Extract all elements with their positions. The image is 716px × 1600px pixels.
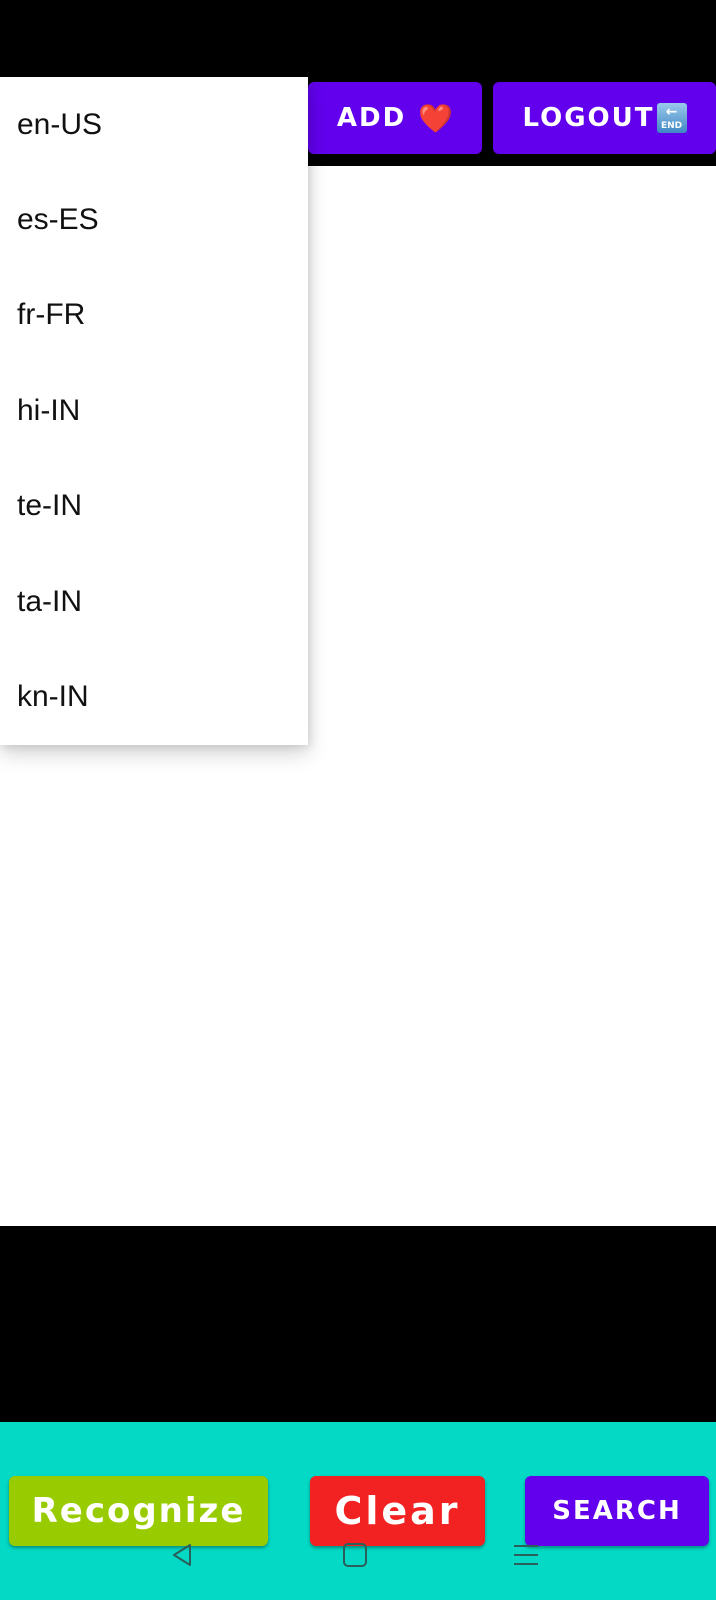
language-dropdown: en-US es-ES fr-FR hi-IN te-IN ta-IN kn-I… — [0, 77, 308, 745]
recognize-button[interactable]: Recognize — [9, 1476, 268, 1546]
end-arrow-text: END — [660, 121, 683, 131]
back-triangle-icon[interactable] — [168, 1540, 198, 1570]
search-button-label: SEARCH — [552, 1496, 682, 1526]
dropdown-item-label: en-US — [17, 107, 103, 141]
end-arrow-glyph: ← — [665, 104, 678, 120]
dropdown-item-en-us[interactable]: en-US — [0, 77, 308, 172]
end-arrow-icon: ← END — [656, 103, 687, 133]
dropdown-item-es-es[interactable]: es-ES — [0, 172, 308, 267]
add-button[interactable]: ADD ❤️ — [308, 82, 482, 154]
dropdown-item-label: kn-IN — [17, 680, 89, 714]
add-button-label: ADD — [336, 103, 407, 133]
dropdown-item-fr-fr[interactable]: fr-FR — [0, 268, 308, 363]
clear-button[interactable]: Clear — [310, 1476, 485, 1546]
app-screen: ADD ❤️ LOGOUT ← END en-US es-ES fr-FR hi… — [0, 0, 716, 1600]
home-square-icon[interactable] — [340, 1540, 370, 1570]
dropdown-item-ta-in[interactable]: ta-IN — [0, 554, 308, 649]
dropdown-item-label: te-IN — [17, 489, 83, 523]
dropdown-item-label: es-ES — [17, 203, 99, 237]
logout-button-label: LOGOUT — [522, 103, 655, 133]
search-button[interactable]: SEARCH — [525, 1476, 709, 1546]
dropdown-item-hi-in[interactable]: hi-IN — [0, 363, 308, 458]
heart-icon: ❤️ — [418, 101, 454, 135]
dropdown-item-label: fr-FR — [17, 298, 86, 332]
dropdown-item-te-in[interactable]: te-IN — [0, 459, 308, 554]
clear-button-label: Clear — [334, 1489, 461, 1533]
menu-lines-icon[interactable] — [511, 1540, 541, 1570]
dropdown-item-label: ta-IN — [17, 584, 83, 618]
logout-button[interactable]: LOGOUT ← END — [493, 82, 716, 154]
dropdown-item-kn-in[interactable]: kn-IN — [0, 649, 308, 744]
dropdown-item-label: hi-IN — [17, 393, 81, 427]
recognize-button-label: Recognize — [31, 1491, 246, 1531]
